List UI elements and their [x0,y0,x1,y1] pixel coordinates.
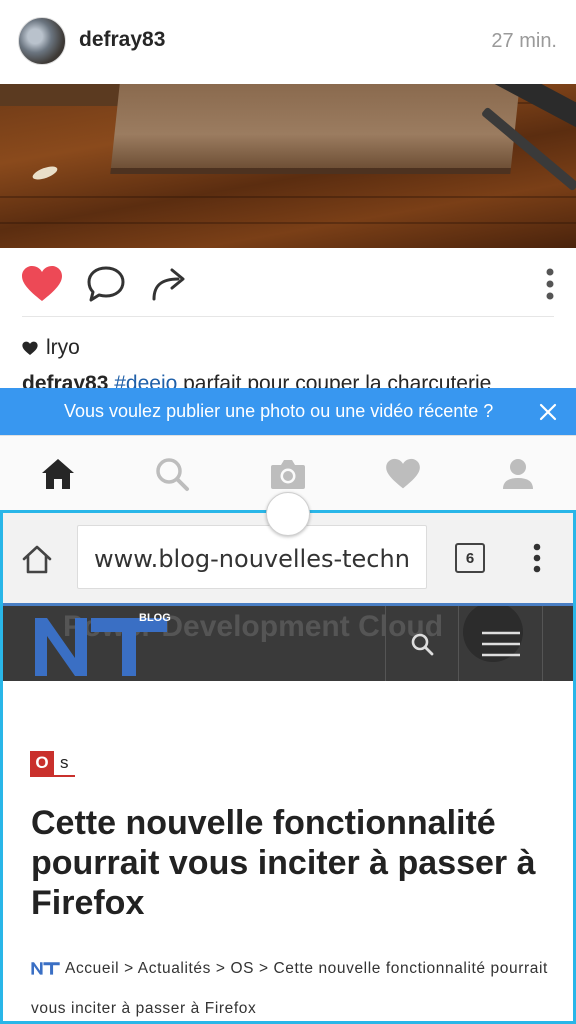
article-headline: Cette nouvelle fonctionnalité pourrait v… [31,804,536,922]
site-header: Power Development Cloud BLOG [3,603,573,681]
post-header: defray83 27 min. [0,0,576,84]
browser-home-icon[interactable] [19,541,55,577]
breadcrumb-logo-icon[interactable] [31,960,61,976]
small-heart-icon [22,341,38,355]
site-menu-icon[interactable] [459,606,543,681]
post-username[interactable]: defray83 [79,28,165,52]
browser-menu-icon[interactable] [525,539,549,577]
category-letter: O [35,753,49,772]
post-time: 27 min. [491,30,557,52]
likes-row[interactable]: lryo [22,336,80,360]
close-icon[interactable] [532,396,564,428]
like-icon[interactable] [20,264,64,304]
share-icon[interactable] [148,264,192,304]
search-icon[interactable] [152,454,192,494]
tab-count-button[interactable]: 6 [455,543,485,573]
home-icon[interactable] [38,454,78,494]
divider [22,316,554,317]
camera-icon[interactable] [268,454,308,494]
category-badge[interactable]: O s [30,751,75,777]
post-photo[interactable] [0,84,576,248]
profile-icon[interactable] [498,454,538,494]
url-text[interactable]: www.blog-nouvelles-techn [94,545,410,573]
activity-heart-icon[interactable] [383,454,423,494]
publish-banner[interactable]: Vous voulez publier une photo ou une vid… [0,388,576,435]
url-bar[interactable]: www.blog-nouvelles-techn [77,525,427,589]
likes-user[interactable]: lryo [46,336,80,360]
site-search-icon[interactable] [385,606,459,681]
breadcrumb-text[interactable]: Accueil > Actualités > OS > Cette nouvel… [31,960,548,1017]
post-actions [0,248,576,318]
category-label: s [60,753,69,772]
more-options-icon[interactable] [528,264,572,304]
banner-text[interactable]: Vous voulez publier une photo ou une vid… [64,401,493,422]
instagram-app: defray83 27 min. lryo defray83 #deejo pa [0,0,576,510]
breadcrumb: Accueil > Actualités > OS > Cette nouvel… [31,949,551,1021]
avatar[interactable] [18,17,66,65]
browser-app: www.blog-nouvelles-techn 6 Power Develop… [0,510,576,1024]
comment-icon[interactable] [84,264,128,304]
article: O s Cette nouvelle fonctionnalité pourra… [3,681,573,1021]
split-screen-handle[interactable] [266,492,310,536]
site-logo-tag: BLOG [139,612,171,624]
